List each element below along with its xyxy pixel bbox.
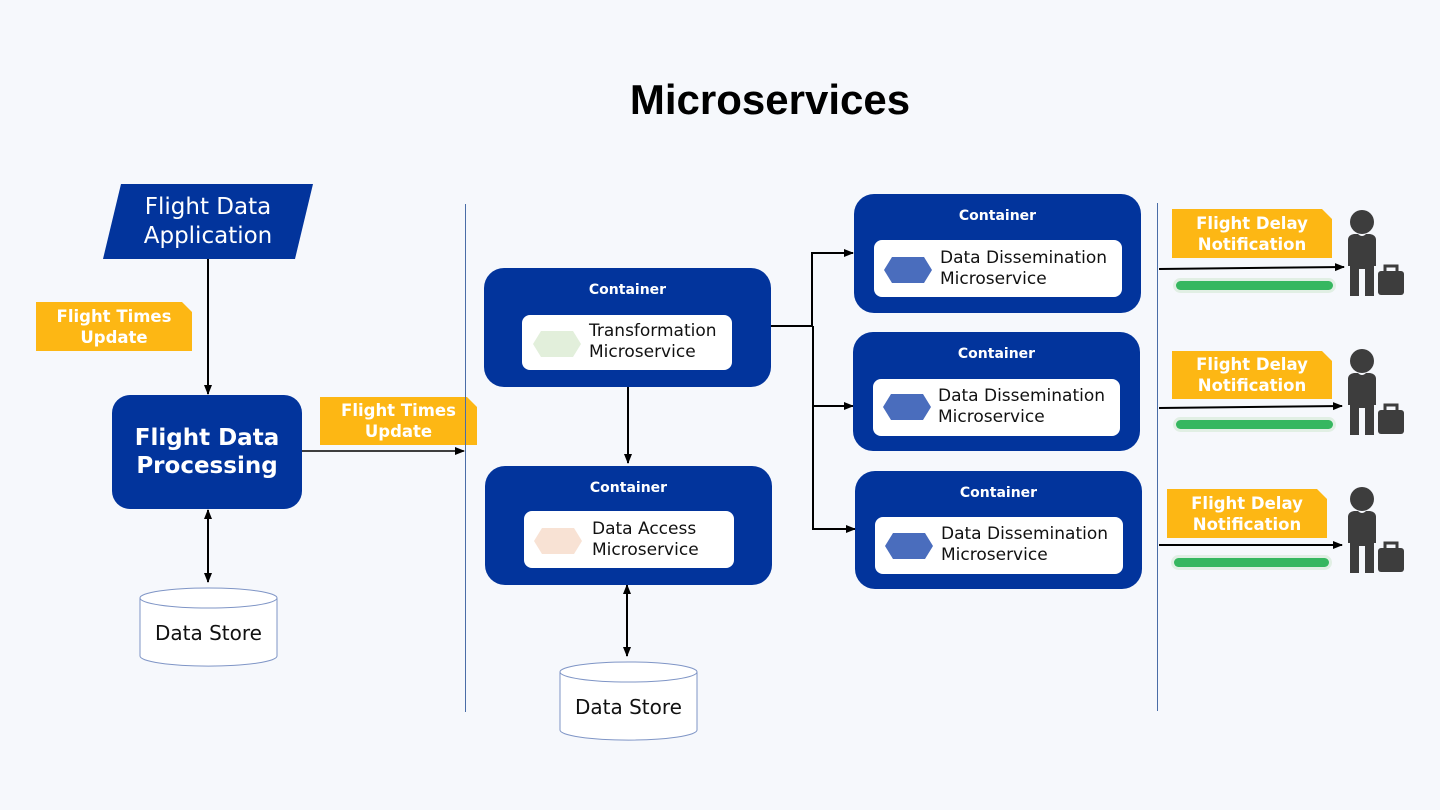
progress-bar-2 xyxy=(1176,420,1333,429)
tag-line-2: Update xyxy=(80,327,148,347)
arrow-to-dissemination-3 xyxy=(812,406,856,533)
hexagon-icon xyxy=(534,528,582,554)
container-dissemination-3[interactable]: Container Data Dissemination Microservic… xyxy=(855,471,1142,589)
traveler-icon xyxy=(1348,349,1404,435)
arrow-to-dissemination-2 xyxy=(812,326,854,410)
tag-line-1: Flight Times xyxy=(341,401,456,420)
tag-line-2: Notification xyxy=(1197,234,1307,254)
flight-delay-notification-tag-3: Flight Delay Notification xyxy=(1167,489,1327,538)
ms-line-2: Microservice xyxy=(589,342,696,362)
container-dissemination-1[interactable]: Container Data Dissemination Microservic… xyxy=(854,194,1141,313)
data-store-left[interactable]: Data Store xyxy=(139,587,278,667)
progress-bar-3 xyxy=(1174,558,1329,567)
hexagon-icon xyxy=(884,257,932,283)
divider-left xyxy=(465,204,466,712)
traveler-icon xyxy=(1348,210,1404,296)
container-data-access[interactable]: Container Data Access Microservice xyxy=(485,466,772,585)
ms-line-1: Data Dissemination xyxy=(940,248,1108,268)
page-title: Microservices xyxy=(629,76,911,123)
dissemination-microservice[interactable]: Data Dissemination Microservice xyxy=(875,517,1123,574)
container-label: Container xyxy=(589,480,668,496)
container-label: Container xyxy=(957,346,1036,362)
ms-line-2: Microservice xyxy=(940,269,1047,289)
processing-line-1: Flight Data xyxy=(134,425,280,451)
tag-line-2: Update xyxy=(364,422,433,441)
tag-line-1: Flight Delay xyxy=(1196,213,1308,233)
progress-fill xyxy=(1176,420,1333,429)
data-store-middle[interactable]: Data Store xyxy=(559,661,698,741)
application-line-1: Flight Data xyxy=(144,193,272,220)
container-label: Container xyxy=(958,208,1037,224)
flight-data-application[interactable]: Flight Data Application xyxy=(103,184,313,259)
arrow-notify-1 xyxy=(1158,263,1345,272)
progress-bar-1 xyxy=(1176,281,1333,290)
tag-line-1: Flight Delay xyxy=(1196,355,1308,374)
dissemination-microservice[interactable]: Data Dissemination Microservice xyxy=(874,240,1122,297)
ms-line-1: Data Dissemination xyxy=(941,524,1109,544)
ms-line-2: Microservice xyxy=(941,545,1048,565)
container-transformation[interactable]: Container Transformation Microservice xyxy=(484,268,771,387)
data-store-label: Data Store xyxy=(575,695,682,719)
traveler-icon xyxy=(1348,487,1404,573)
hexagon-icon xyxy=(885,533,933,559)
ms-line-1: Transformation xyxy=(589,321,717,341)
ms-line-2: Microservice xyxy=(592,540,699,560)
flight-delay-notification-tag-2: Flight Delay Notification xyxy=(1172,351,1332,399)
hexagon-icon xyxy=(533,331,581,357)
ms-line-2: Microservice xyxy=(938,407,1045,427)
progress-fill xyxy=(1174,558,1329,567)
tag-line-1: Flight Times xyxy=(56,306,172,326)
container-label: Container xyxy=(588,282,667,298)
container-label: Container xyxy=(959,485,1038,501)
arrow-to-dissemination-1 xyxy=(811,249,854,326)
flight-times-update-tag-input: Flight Times Update xyxy=(36,302,192,351)
progress-fill xyxy=(1176,281,1333,290)
ms-line-1: Data Dissemination xyxy=(938,386,1106,406)
data-access-microservice[interactable]: Data Access Microservice xyxy=(524,511,734,568)
hexagon-icon xyxy=(883,394,931,420)
application-line-2: Application xyxy=(143,222,273,249)
flight-delay-notification-tag-1: Flight Delay Notification xyxy=(1172,209,1332,258)
processing-line-2: Processing xyxy=(136,453,278,479)
tag-line-2: Notification xyxy=(1197,376,1307,395)
container-dissemination-2[interactable]: Container Data Dissemination Microservic… xyxy=(853,332,1140,451)
tag-line-2: Notification xyxy=(1192,514,1302,534)
tag-line-1: Flight Delay xyxy=(1191,493,1303,513)
flight-times-update-tag-output: Flight Times Update xyxy=(320,397,477,445)
divider-right xyxy=(1157,203,1158,711)
arrow-notify-2 xyxy=(1158,402,1343,411)
flight-data-processing[interactable]: Flight Data Processing xyxy=(112,395,302,509)
data-store-label: Data Store xyxy=(155,621,262,645)
dissemination-microservice[interactable]: Data Dissemination Microservice xyxy=(873,379,1120,436)
transformation-microservice[interactable]: Transformation Microservice xyxy=(522,315,732,370)
ms-line-1: Data Access xyxy=(592,519,697,539)
